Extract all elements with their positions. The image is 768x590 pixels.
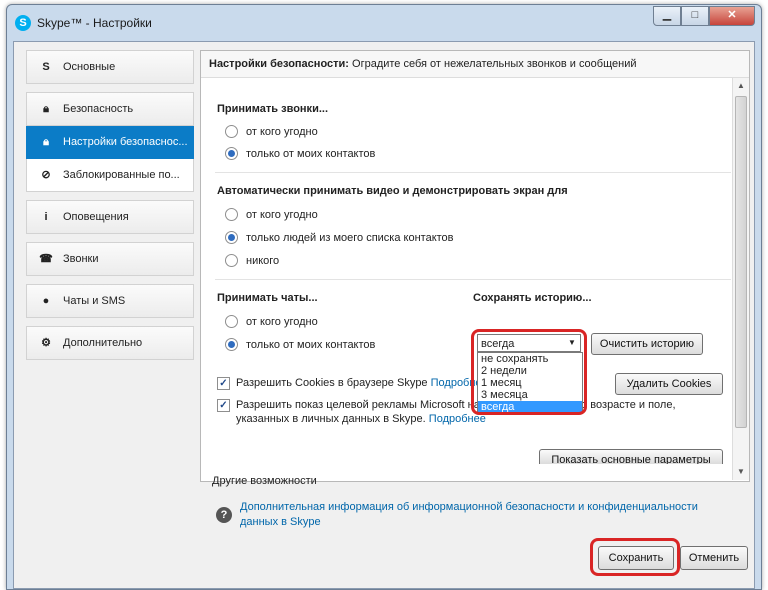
video-section-title: Автоматически принимать видео и демонстр… [217, 185, 568, 197]
panel-header-title: Настройки безопасности: [209, 58, 349, 70]
sidebar-item-security-settings[interactable]: 🔒︎ Настройки безопаснос... [26, 126, 194, 159]
sidebar-item-notifications[interactable]: i Оповещения [26, 200, 194, 234]
close-button[interactable]: ✕ [709, 6, 755, 26]
sidebar-item-advanced[interactable]: ⚙ Дополнительно [26, 326, 194, 360]
info-icon: i [44, 211, 48, 223]
title-bar[interactable]: S Skype™ - Настройки ▁ □ ✕ [7, 5, 761, 41]
calls-radio-contacts[interactable]: только от моих контактов [225, 147, 375, 160]
phone-icon: ☎ [39, 253, 53, 265]
settings-window: S Skype™ - Настройки ▁ □ ✕ S Основные 🔒︎… [6, 4, 762, 590]
radio-label: от кого угодно [246, 125, 318, 138]
highlight-history-dropdown [471, 329, 587, 415]
sidebar-item-calls[interactable]: ☎ Звонки [26, 242, 194, 276]
checkbox-check-icon[interactable]: ✓ [217, 399, 230, 412]
radio-button[interactable] [225, 125, 238, 138]
checkbox-check-icon[interactable]: ✓ [217, 377, 230, 390]
sidebar-item-chats[interactable]: ● Чаты и SMS [26, 284, 194, 318]
sidebar-item-label: Заблокированные по... [63, 169, 180, 181]
sidebar-item-label: Дополнительно [63, 337, 143, 349]
radio-button[interactable] [225, 315, 238, 328]
cookies-label: Разрешить Cookies в браузере Skype [236, 377, 428, 389]
skype-icon: S [15, 15, 31, 31]
video-radio-anyone[interactable]: от кого угодно [225, 208, 318, 221]
radio-button[interactable] [225, 254, 238, 267]
sidebar-item-label: Основные [63, 61, 116, 73]
sidebar-item-label: Чаты и SMS [63, 295, 126, 307]
lock-icon: 🔒︎ [43, 103, 49, 115]
scroll-thumb[interactable] [735, 96, 747, 428]
skype-icon: S [42, 61, 50, 73]
divider [215, 279, 731, 280]
radio-label: никого [246, 254, 280, 267]
clear-history-button[interactable]: Очистить историю [591, 333, 703, 355]
sidebar-item-security[interactable]: 🔒︎ Безопасность [26, 92, 194, 126]
calls-radio-anyone[interactable]: от кого угодно [225, 125, 318, 138]
radio-button[interactable] [225, 231, 238, 244]
sidebar: S Основные 🔒︎ Безопасность 🔒︎ Настройки … [26, 50, 194, 368]
minimize-button[interactable]: ▁ [653, 6, 681, 26]
radio-button[interactable] [225, 147, 238, 160]
radio-label: только людей из моего списка контактов [246, 231, 454, 244]
gear-icon: ⚙ [41, 337, 51, 349]
history-section-title: Сохранять историю... [473, 292, 592, 304]
maximize-button[interactable]: □ [681, 6, 709, 26]
video-radio-contacts[interactable]: только людей из моего списка контактов [225, 231, 454, 244]
sidebar-item-blocked-users[interactable]: ⊘ Заблокированные по... [26, 159, 194, 192]
chats-radio-contacts[interactable]: только от моих контактов [225, 338, 375, 351]
radio-label: только от моих контактов [246, 338, 376, 351]
scroll-up-arrow-icon[interactable]: ▲ [733, 78, 749, 94]
radio-label: от кого угодно [246, 315, 318, 328]
video-radio-nobody[interactable]: никого [225, 254, 279, 267]
client-area: S Основные 🔒︎ Безопасность 🔒︎ Настройки … [13, 41, 755, 589]
window-controls: ▁ □ ✕ [653, 6, 755, 26]
privacy-info-link[interactable]: Дополнительная информация об информацион… [240, 501, 698, 528]
radio-label: только от моих контактов [246, 147, 376, 160]
highlight-save-button [590, 538, 680, 576]
divider [215, 172, 731, 173]
radio-button[interactable] [225, 208, 238, 221]
other-options-link[interactable]: Дополнительная информация об информацион… [240, 500, 730, 530]
other-options-title: Другие возможности [212, 475, 317, 487]
radio-button[interactable] [225, 338, 238, 351]
window-title: Skype™ - Настройки [37, 16, 152, 30]
sidebar-item-general[interactable]: S Основные [26, 50, 194, 84]
sidebar-item-label: Звонки [63, 253, 99, 265]
sidebar-item-label: Оповещения [63, 211, 129, 223]
lock-icon: 🔒︎ [43, 136, 49, 148]
scroll-down-arrow-icon[interactable]: ▼ [733, 464, 749, 480]
sidebar-item-label: Безопасность [63, 103, 134, 115]
chats-radio-anyone[interactable]: от кого угодно [225, 315, 318, 328]
cancel-button[interactable]: Отменить [680, 546, 748, 570]
block-icon: ⊘ [41, 169, 51, 181]
show-basic-settings-button[interactable]: Показать основные параметры [539, 449, 723, 464]
panel-header-description: Оградите себя от нежелательных звонков и… [348, 58, 637, 70]
radio-label: от кого угодно [246, 208, 318, 221]
help-icon: ? [216, 507, 232, 523]
chats-section-title: Принимать чаты... [217, 292, 318, 304]
panel-header: Настройки безопасности: Оградите себя от… [201, 51, 749, 78]
chat-icon: ● [42, 295, 50, 307]
delete-cookies-button[interactable]: Удалить Cookies [615, 373, 723, 395]
vertical-scrollbar[interactable]: ▲ ▼ [732, 78, 749, 480]
sidebar-item-label: Настройки безопаснос... [63, 136, 188, 148]
calls-section-title: Принимать звонки... [217, 103, 328, 115]
security-settings-panel: Настройки безопасности: Оградите себя от… [200, 50, 750, 482]
